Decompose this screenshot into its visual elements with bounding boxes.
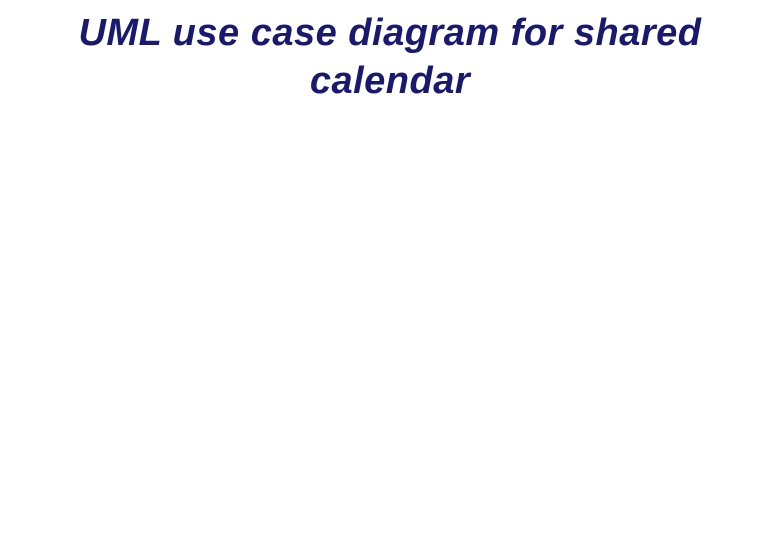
slide-title: UML use case diagram for shared calendar <box>0 10 780 105</box>
